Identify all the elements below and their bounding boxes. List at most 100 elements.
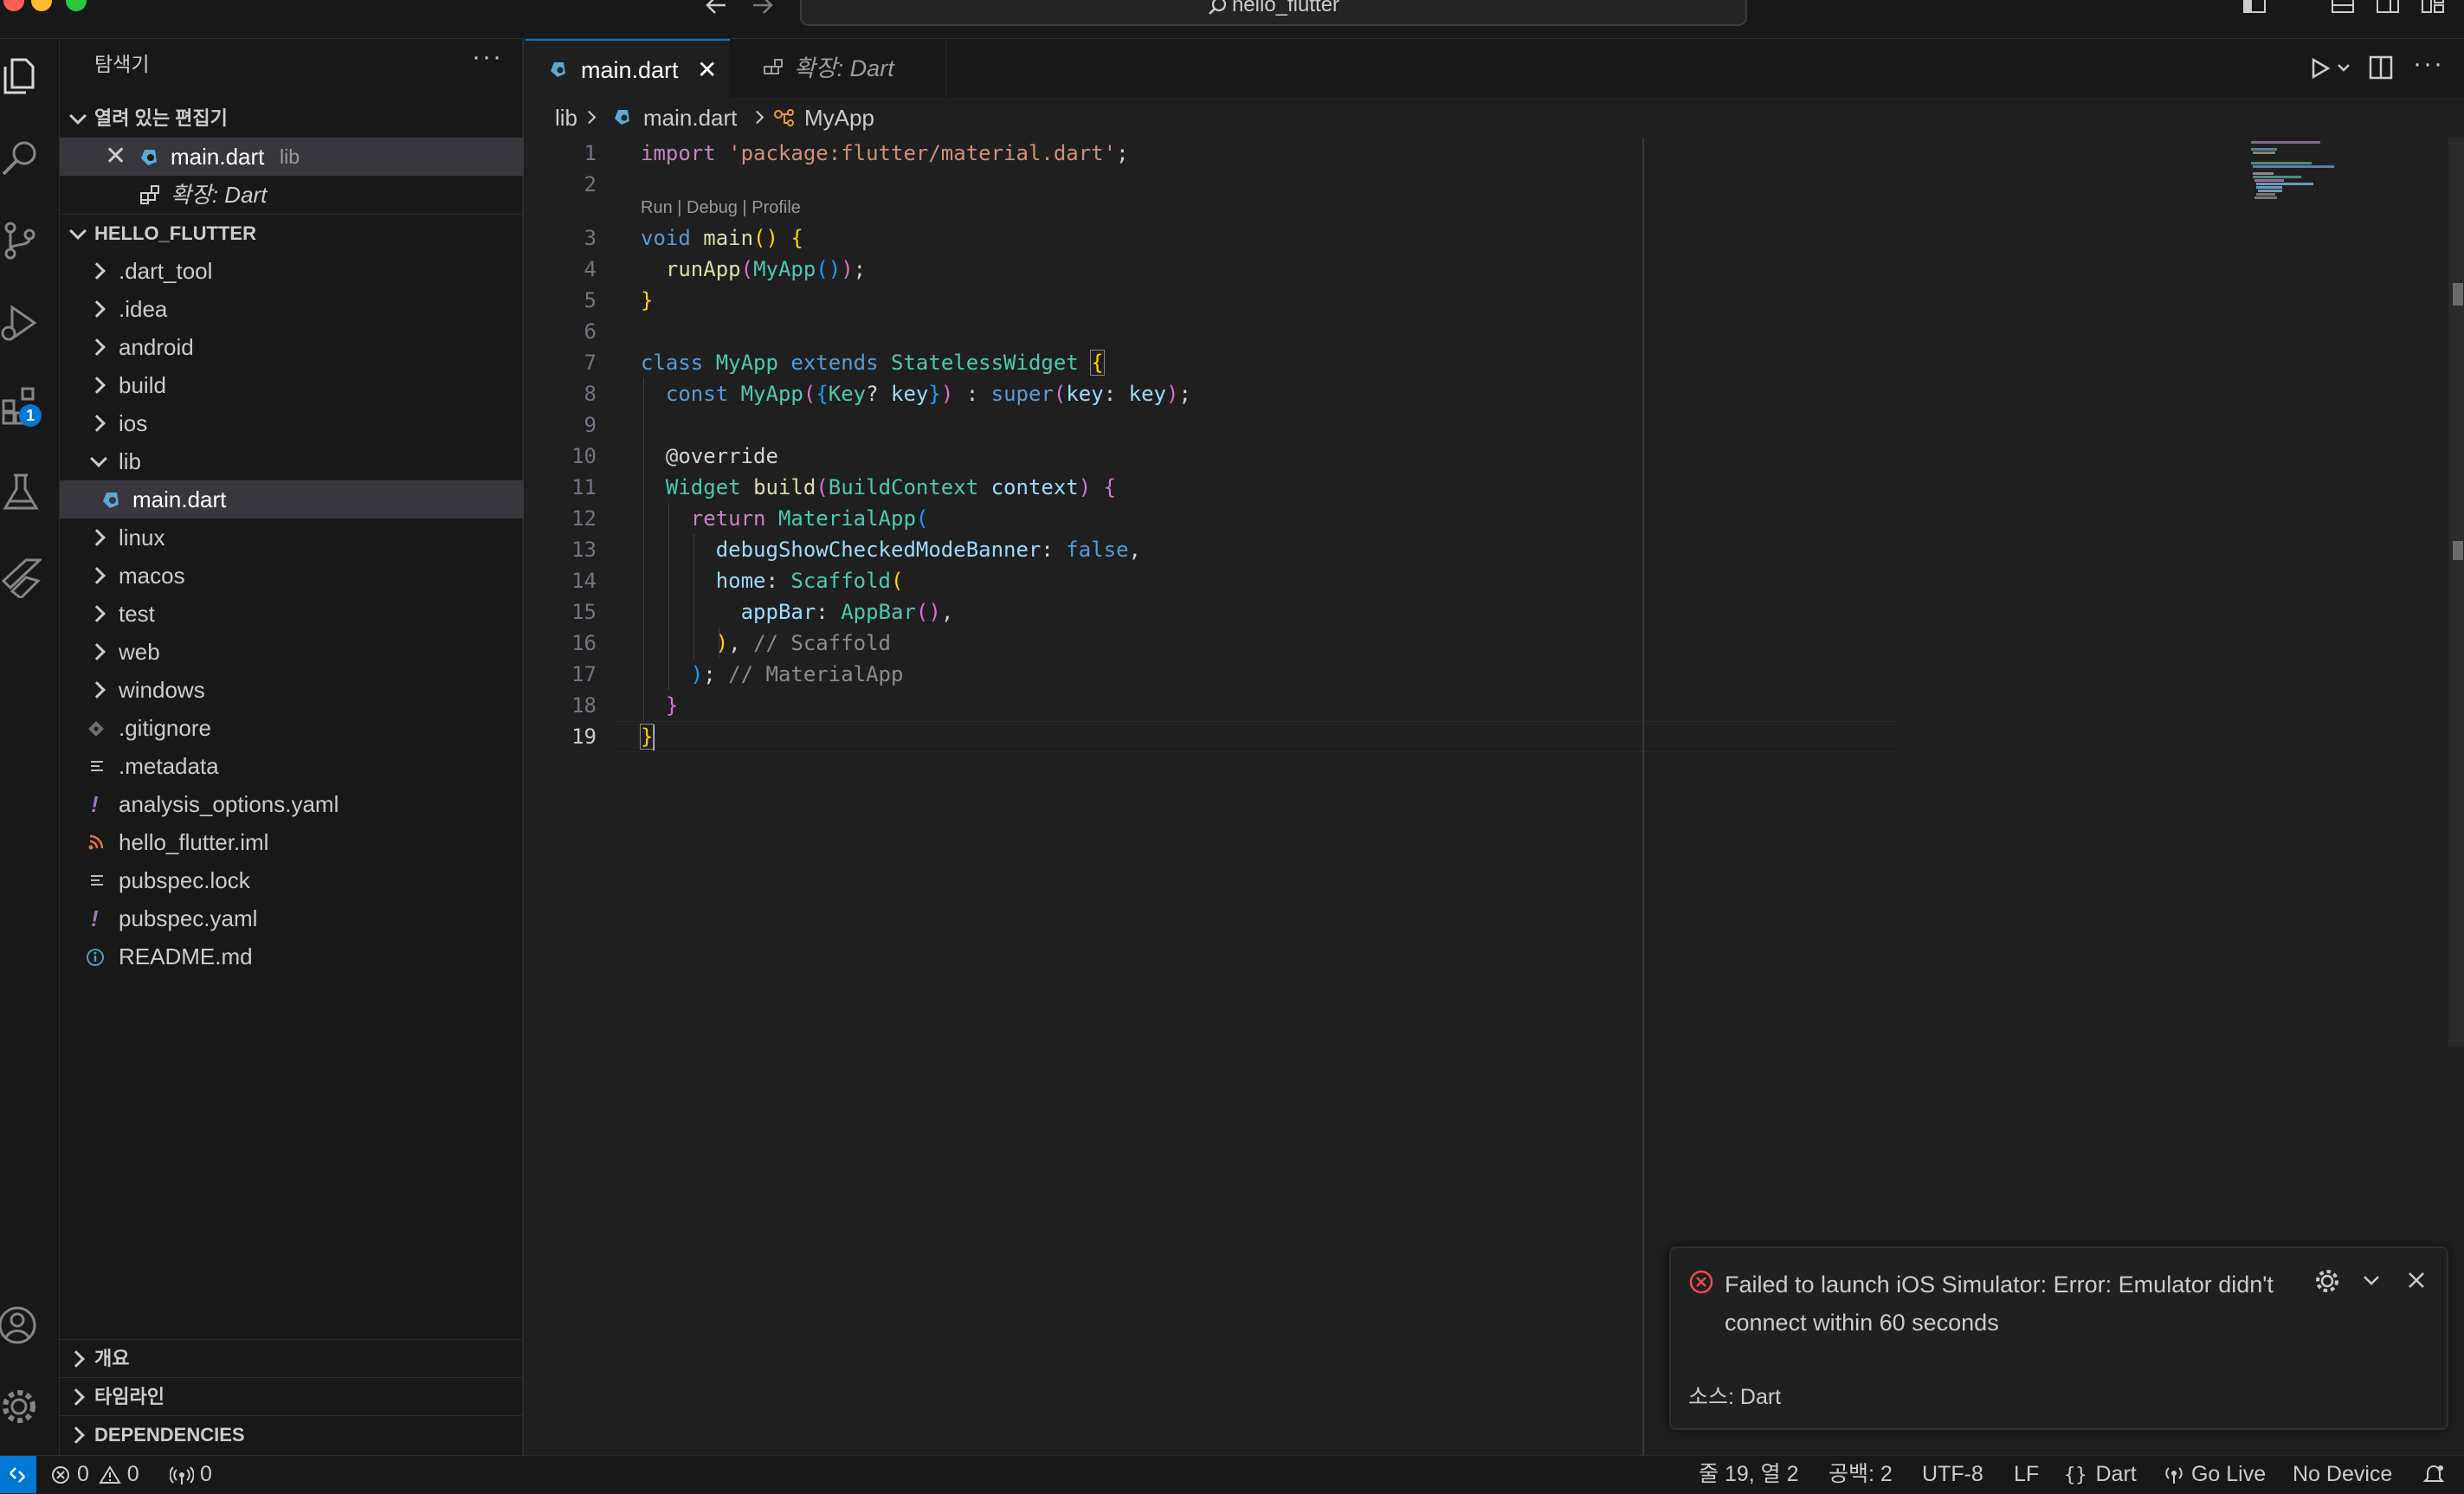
accounts-icon[interactable] — [0, 1304, 42, 1346]
tree-item-file[interactable]: .metadata — [60, 747, 524, 785]
forward-arrow-icon[interactable] — [750, 0, 776, 16]
tree-item-folder[interactable]: linux — [60, 518, 524, 557]
zoom-window-button[interactable] — [66, 0, 87, 11]
close-editor-icon[interactable]: ✕ — [105, 138, 126, 176]
tree-item-file[interactable]: pubspec.lock — [60, 861, 524, 899]
split-editor-icon[interactable] — [2368, 55, 2394, 80]
project-label: HELLO_FLUTTER — [94, 222, 256, 244]
toggle-primary-sidebar-icon[interactable] — [2242, 0, 2267, 16]
close-notification-icon[interactable] — [2407, 1271, 2426, 1290]
explorer-icon[interactable] — [0, 55, 42, 96]
dependencies-section-header[interactable]: DEPENDENCIES — [60, 1415, 524, 1454]
open-editors-section-header[interactable]: 열려 있는 편집기 — [60, 100, 524, 138]
section-label: 타임라인 — [94, 1386, 164, 1407]
tree-item-folder[interactable]: .dart_tool — [60, 252, 524, 290]
tree-item-folder[interactable]: .idea — [60, 290, 524, 328]
tree-item-file[interactable]: hello_flutter.iml — [60, 823, 524, 861]
search-view-icon[interactable] — [0, 138, 42, 179]
tree-item-folder[interactable]: android — [60, 328, 524, 366]
codelens-run-debug-profile[interactable]: Run | Debug | Profile — [641, 198, 801, 218]
tree-item-label: .dart_tool — [119, 258, 213, 284]
tree-item-label: web — [119, 639, 160, 665]
go-live-button[interactable]: Go Live — [2163, 1456, 2266, 1493]
open-editor-detail: lib — [280, 145, 300, 168]
cursor-position[interactable]: 줄 19, 열 2 — [1699, 1456, 1799, 1493]
tree-item-folder[interactable]: test — [60, 595, 524, 633]
source-control-icon[interactable] — [0, 219, 42, 261]
project-section-header[interactable]: HELLO_FLUTTER — [60, 214, 524, 253]
open-editor-item-dart-extension[interactable]: 확장: Dart — [60, 176, 524, 214]
flutter-icon[interactable] — [0, 557, 43, 601]
line-number: 12 — [571, 506, 597, 531]
tree-item-file-selected[interactable]: main.dart — [60, 480, 524, 518]
breadcrumb-file[interactable]: main.dart — [643, 98, 737, 138]
chevron-right-icon — [88, 567, 106, 584]
tab-dart-extension[interactable]: 확장: Dart — [730, 39, 946, 98]
close-tab-icon[interactable]: ✕ — [697, 41, 717, 100]
line-number: 15 — [571, 600, 597, 624]
scrollbar-marker — [2453, 541, 2463, 560]
explorer-header: 탐색기 ··· — [60, 42, 524, 79]
tab-main-dart[interactable]: main.dart ✕ — [526, 39, 730, 98]
more-actions-icon[interactable]: ··· — [472, 42, 503, 72]
tree-item-folder[interactable]: web — [60, 633, 524, 671]
tree-item-folder[interactable]: ios — [60, 404, 524, 442]
code-line-18: } — [665, 693, 679, 718]
ports-indicator[interactable]: 0 — [169, 1456, 212, 1493]
text-lines-icon — [91, 875, 103, 885]
warning-count: 0 — [126, 1462, 139, 1486]
back-arrow-icon[interactable] — [703, 0, 729, 16]
tree-item-folder[interactable]: macos — [60, 557, 524, 595]
remote-indicator[interactable] — [0, 1456, 36, 1493]
chevron-down-icon[interactable] — [2362, 1274, 2381, 1288]
close-window-button[interactable] — [3, 0, 24, 11]
tree-item-folder-expanded[interactable]: lib — [60, 442, 524, 480]
go-live-label: Go Live — [2190, 1462, 2267, 1486]
command-center-search[interactable]: hello_flutter — [800, 0, 1747, 26]
tree-item-label: build — [119, 372, 166, 398]
notification-settings-gear-icon[interactable] — [2313, 1267, 2341, 1295]
activity-bar: 1 — [0, 39, 60, 1455]
breadcrumb-symbol[interactable]: MyApp — [804, 98, 874, 138]
vertical-scrollbar[interactable] — [2448, 138, 2464, 1046]
tree-item-file[interactable]: README.md — [60, 937, 524, 976]
chevron-right-icon — [88, 300, 106, 318]
line-number: 9 — [584, 413, 597, 437]
tree-item-folder[interactable]: windows — [60, 671, 524, 709]
encoding-setting[interactable]: UTF-8 — [1922, 1456, 1983, 1493]
notifications-bell-icon[interactable] — [2422, 1464, 2445, 1486]
chevron-down-icon[interactable] — [2337, 63, 2351, 74]
manage-gear-icon[interactable] — [0, 1386, 42, 1427]
end-of-line-setting[interactable]: LF — [2014, 1456, 2039, 1493]
editor-more-actions-icon[interactable]: ··· — [2413, 49, 2444, 79]
run-play-icon[interactable] — [2309, 56, 2332, 80]
device-selector[interactable]: No Device — [2293, 1456, 2392, 1493]
customize-layout-icon[interactable] — [2421, 0, 2445, 16]
indentation-setting[interactable]: 공백: 2 — [1829, 1456, 1893, 1493]
run-and-debug-icon[interactable] — [0, 302, 42, 344]
line-number: 3 — [584, 226, 597, 250]
problems-indicator[interactable]: 0 0 — [50, 1456, 139, 1493]
tree-item-label: .idea — [119, 296, 168, 322]
tree-item-file[interactable]: .gitignore — [60, 709, 524, 747]
toggle-secondary-sidebar-icon[interactable] — [2376, 0, 2400, 16]
breadcrumb-folder[interactable]: lib — [555, 98, 577, 138]
title-bar: hello_flutter — [0, 0, 2464, 39]
tree-item-file[interactable]: ! pubspec.yaml — [60, 899, 524, 937]
minimap[interactable] — [2244, 138, 2417, 207]
chevron-right-icon — [582, 110, 597, 125]
code-line-15: appBar: AppBar(), — [740, 600, 954, 624]
line-number: 1 — [584, 141, 597, 165]
language-mode[interactable]: {} Dart — [2064, 1456, 2137, 1493]
toggle-panel-icon[interactable] — [2331, 0, 2355, 16]
tree-item-folder[interactable]: build — [60, 366, 524, 404]
open-editor-item-main-dart[interactable]: ✕ main.dart lib — [60, 138, 524, 176]
tree-item-file[interactable]: ! analysis_options.yaml — [60, 785, 524, 823]
extensions-icon[interactable]: 1 — [0, 383, 42, 427]
timeline-section-header[interactable]: 타임라인 — [60, 1377, 524, 1416]
outline-section-header[interactable]: 개요 — [60, 1339, 524, 1378]
testing-icon[interactable] — [0, 472, 42, 513]
code-line-14: home: Scaffold( — [715, 569, 904, 593]
minimize-window-button[interactable] — [31, 0, 52, 11]
tree-item-label: README.md — [119, 943, 253, 969]
